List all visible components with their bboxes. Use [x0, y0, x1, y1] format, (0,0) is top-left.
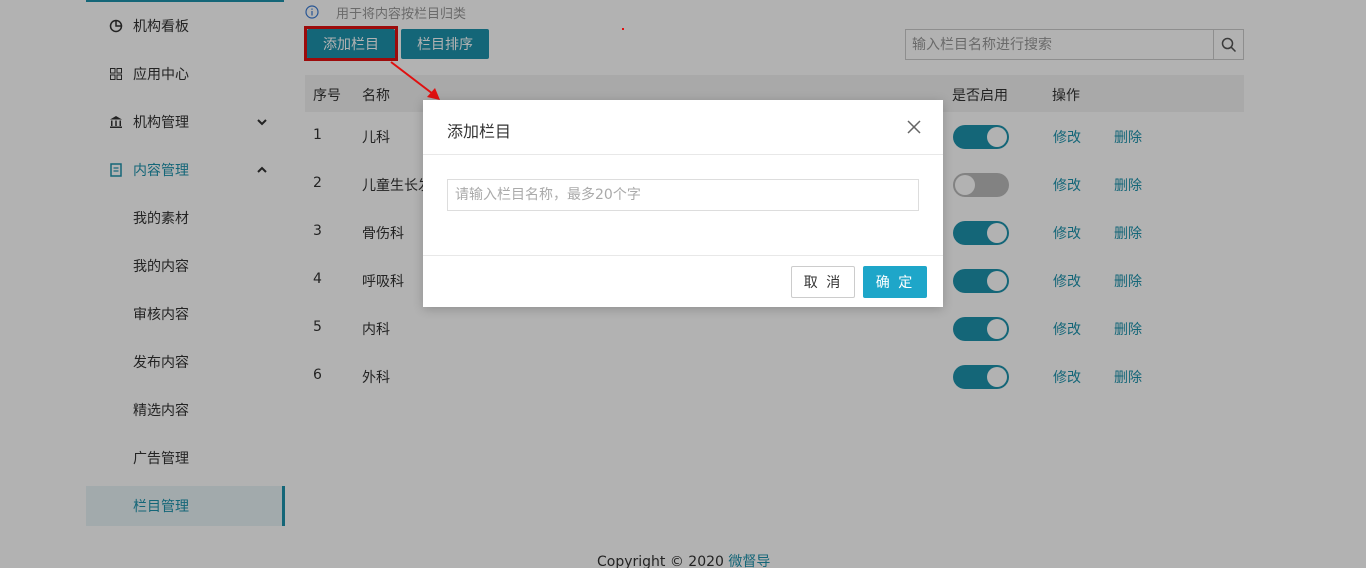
close-icon[interactable] — [907, 120, 921, 134]
confirm-button[interactable]: 确 定 — [863, 266, 927, 298]
column-name-input[interactable] — [447, 179, 919, 211]
modal-title: 添加栏目 — [447, 122, 512, 141]
cancel-button[interactable]: 取 消 — [791, 266, 855, 298]
modal-divider — [423, 255, 943, 256]
modal-divider — [423, 154, 943, 155]
add-column-modal: 添加栏目 取 消 确 定 — [423, 100, 943, 307]
annotation-dot — [622, 28, 624, 30]
